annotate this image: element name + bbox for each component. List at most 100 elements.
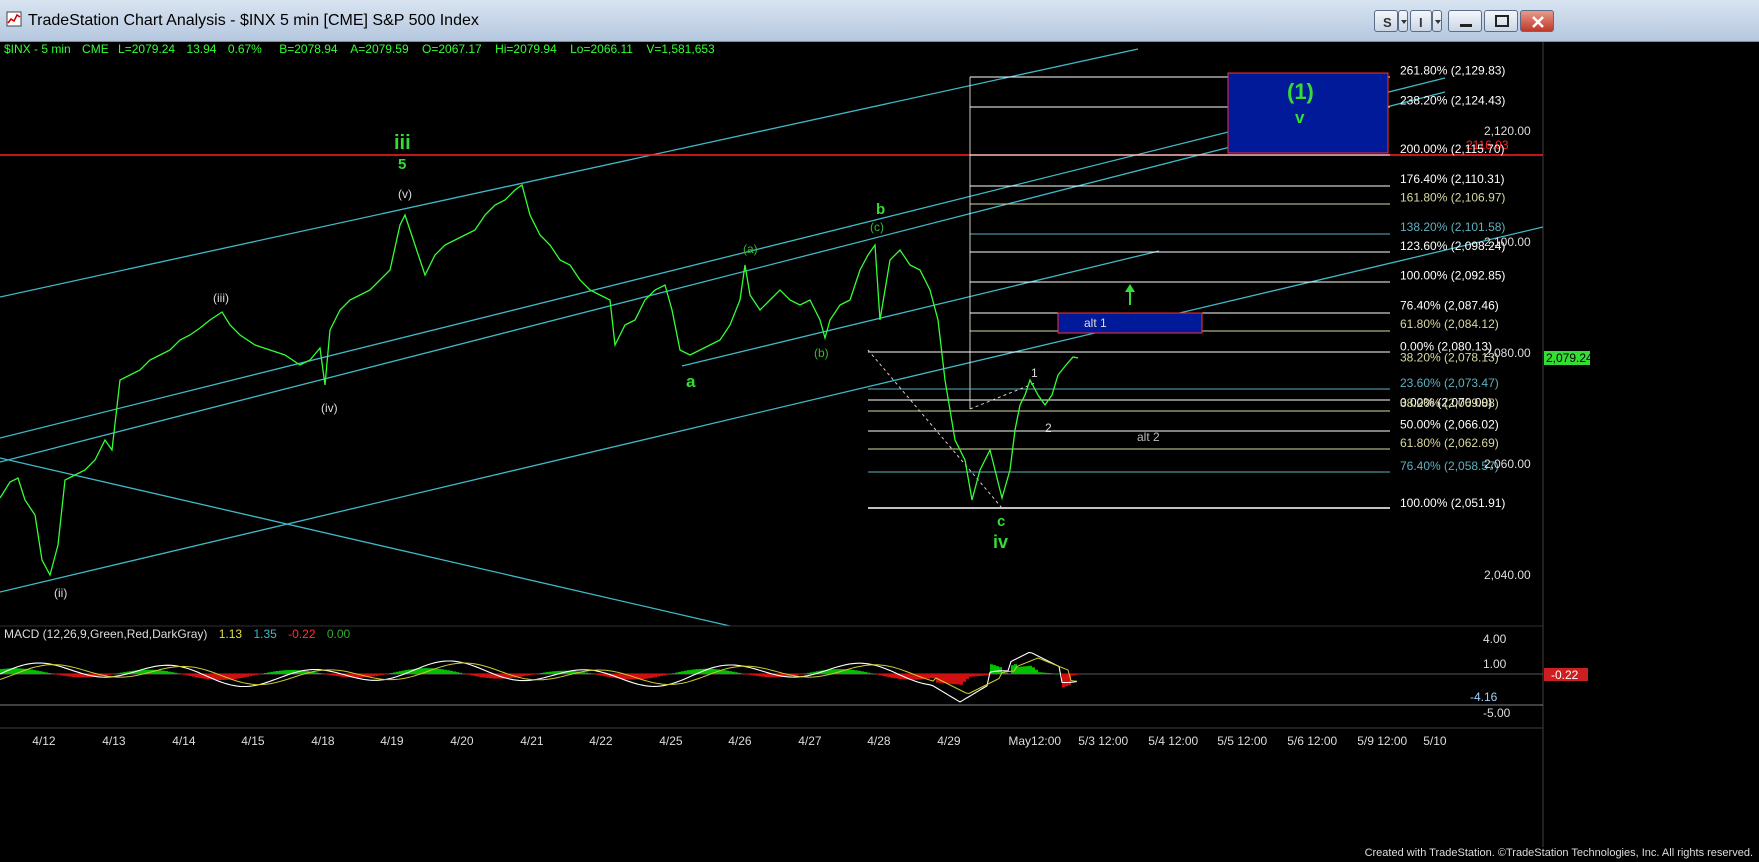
macd-legend: MACD (12,26,9,Green,Red,DarkGray) 1.13 1…: [4, 627, 351, 641]
macd-bar: [270, 671, 273, 674]
time-axis-label: 5/5 12:00: [1217, 734, 1267, 748]
maximize-icon: [1495, 15, 1509, 27]
macd-bar: [933, 674, 936, 679]
macd-bar: [258, 674, 261, 675]
macd-bar: [873, 673, 876, 675]
macd-zero-value: 0.00: [327, 627, 351, 641]
macd-bar: [657, 674, 660, 677]
macd-bar: [69, 674, 72, 677]
close-button[interactable]: [1520, 10, 1554, 32]
channel-line-top: [0, 48, 1139, 298]
macd-bar: [441, 669, 444, 674]
macd-bar: [321, 673, 324, 675]
macd-bar: [1026, 666, 1029, 674]
macd-bar: [960, 674, 963, 685]
i-dropdown-icon[interactable]: [1432, 10, 1442, 32]
time-axis-label: 4/14: [172, 734, 196, 748]
macd-bar: [969, 674, 972, 677]
macd-bar: [474, 674, 477, 677]
price-axis-label: 2,120.00: [1484, 124, 1531, 138]
ask-text: A=2079.59: [350, 42, 409, 56]
price-series[interactable]: [0, 183, 1079, 577]
minimize-button[interactable]: [1448, 10, 1482, 32]
macd-bar: [189, 674, 192, 677]
macd-bar: [879, 674, 882, 676]
macd-bar: [855, 670, 858, 674]
macd-bar: [1050, 673, 1053, 674]
bid-text: B=2078.94: [279, 42, 338, 56]
title-bar: TradeStation Chart Analysis - $INX 5 min…: [0, 0, 1759, 42]
macd-bar: [645, 674, 648, 679]
macd-bar: [369, 674, 372, 677]
time-axis-label: 4/18: [311, 734, 335, 748]
macd-bar: [324, 674, 327, 675]
macd-bar: [537, 673, 540, 674]
macd-bar: [642, 674, 645, 680]
time-axis-label: 4/19: [380, 734, 404, 748]
wave-label-b-minor: (b): [814, 346, 829, 360]
macd-bar: [1008, 673, 1011, 674]
macd-bar: [459, 672, 462, 674]
wave-label-a-minor: (a): [743, 242, 758, 256]
fib-guide-line: [867, 349, 1003, 509]
macd-bar: [672, 673, 675, 674]
time-axis-label: 4/13: [102, 734, 126, 748]
channel-line-mid: [681, 250, 1160, 367]
maximize-button[interactable]: [1484, 10, 1518, 32]
macd-bar: [801, 674, 804, 675]
macd-bar: [582, 672, 585, 674]
macd-bar: [654, 674, 657, 678]
fib-upper-label: 200.00% (2,115.70): [1400, 142, 1505, 156]
credit-text: Created with TradeStation. ©TradeStation…: [1364, 847, 1753, 859]
macd-bar: [585, 672, 588, 674]
macd-bar: [54, 674, 57, 675]
macd-bar: [735, 672, 738, 674]
macd-bar: [489, 674, 492, 679]
macd-bar: [858, 670, 861, 674]
wave-label-iii-minor: (iii): [213, 291, 229, 305]
macd-bar: [234, 674, 237, 679]
alt1-label: alt 1: [1084, 316, 1107, 330]
macd-bar: [927, 674, 930, 679]
macd-bar: [462, 673, 465, 674]
fib-labels-upper: 261.80% (2,129.83) 238.20% (2,124.43) 200.…: [1400, 63, 1505, 353]
macd-bar: [750, 674, 753, 676]
macd-bar: [1017, 666, 1020, 674]
fib-retracement-lower[interactable]: [868, 351, 1390, 509]
macd-bar: [1077, 674, 1080, 675]
macd-bar: [264, 672, 267, 674]
time-axis-label: 4/12: [32, 734, 56, 748]
price-axis-label: 2,040.00: [1484, 568, 1531, 582]
macd-bar: [729, 671, 732, 674]
macd-bar: [36, 670, 39, 674]
macd-bar: [231, 674, 234, 680]
macd-bar: [876, 674, 879, 675]
macd-bar: [447, 670, 450, 674]
macd-bar: [333, 674, 336, 676]
alt1-target-box[interactable]: [1057, 312, 1203, 334]
macd-bar: [72, 674, 75, 677]
macd-bar: [984, 674, 987, 676]
last-price-marker-text: 2,079.24: [1546, 351, 1593, 365]
wave-label-5: 5: [398, 156, 406, 173]
i-button[interactable]: I: [1410, 10, 1432, 32]
s-dropdown-icon[interactable]: [1398, 10, 1408, 32]
macd-bar: [954, 674, 957, 685]
macd-bar: [591, 673, 594, 675]
macd-bar: [177, 673, 180, 674]
macd-bar: [660, 674, 663, 677]
macd-bar: [723, 670, 726, 674]
chart-area[interactable]: $INX - 5 min CME L=2079.24 13.94 0.67% B…: [0, 42, 1759, 847]
change-pct-text: 0.67%: [228, 42, 262, 56]
fib-upper-label: 176.40% (2,110.31): [1400, 172, 1505, 186]
wave-label-iv-minor: (iv): [321, 401, 338, 415]
macd-bar: [1071, 674, 1074, 676]
macd-bar: [1041, 672, 1044, 674]
macd-bar: [975, 674, 978, 677]
macd-bar: [888, 674, 891, 678]
macd-bar: [678, 671, 681, 674]
price-axis-label: 2,060.00: [1484, 457, 1531, 471]
time-axis-label: 4/28: [867, 734, 891, 748]
macd-bar: [810, 672, 813, 674]
s-button[interactable]: S: [1374, 10, 1398, 32]
